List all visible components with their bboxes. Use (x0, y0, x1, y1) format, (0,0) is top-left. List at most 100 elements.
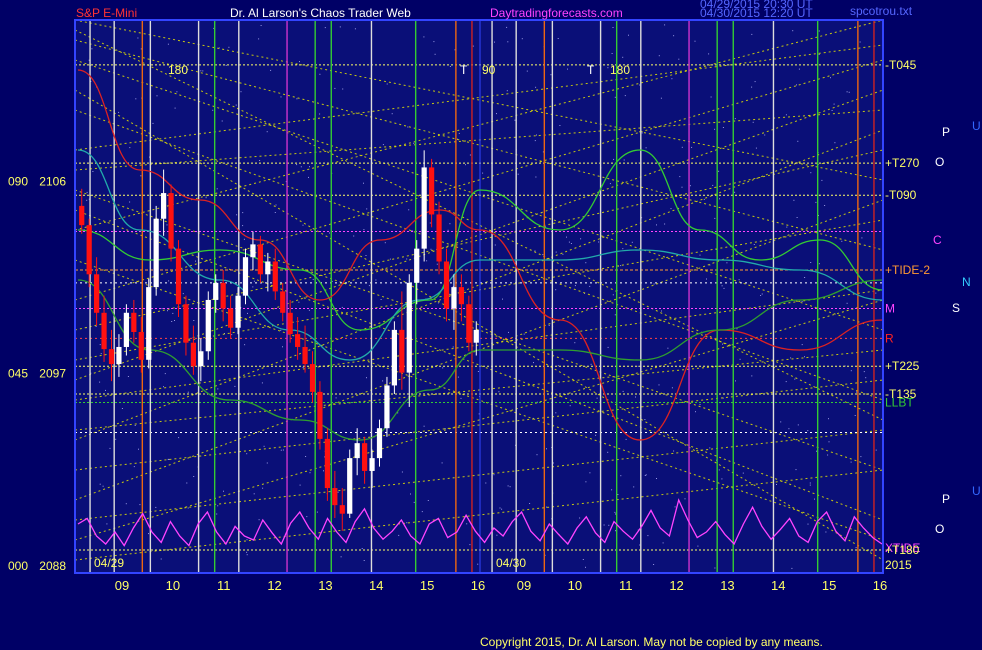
star-dot (721, 285, 723, 287)
star-dot (574, 342, 576, 344)
star-dot (460, 397, 462, 399)
star-dot (788, 428, 790, 430)
star-dot (167, 310, 168, 312)
website-link[interactable]: Daytradingforecasts.com (490, 6, 623, 20)
star-dot (174, 107, 176, 109)
star-dot (622, 56, 624, 58)
x-tick-label: 11 (619, 578, 633, 593)
star-dot (444, 428, 446, 429)
star-dot (644, 419, 646, 420)
star-dot (815, 201, 817, 203)
star-dot (848, 91, 850, 93)
star-dot (585, 262, 587, 264)
star-dot (494, 244, 496, 246)
star-dot (841, 240, 843, 242)
star-dot (92, 171, 94, 172)
star-dot (703, 198, 705, 200)
candle-body (228, 308, 234, 328)
star-dot (361, 548, 363, 549)
star-dot (298, 301, 300, 303)
star-dot (121, 408, 123, 409)
star-dot (614, 511, 616, 513)
y-tick-right: 2097 (39, 367, 66, 381)
star-dot (590, 363, 592, 365)
star-dot (506, 90, 508, 92)
star-dot (804, 277, 806, 278)
copyright-text: Copyright 2015, Dr. Al Larson. May not b… (480, 635, 823, 649)
star-dot (870, 550, 872, 552)
star-dot (494, 41, 495, 43)
star-dot (413, 142, 415, 144)
candle-body (146, 287, 152, 360)
star-dot (818, 30, 820, 32)
star-dot (319, 113, 321, 115)
star-dot (258, 519, 260, 521)
star-dot (217, 388, 219, 390)
star-dot (607, 67, 609, 69)
star-dot (614, 314, 616, 316)
star-dot (810, 262, 812, 263)
star-dot (738, 279, 740, 281)
star-dot (118, 111, 120, 113)
y-tick-left: 090 (8, 174, 28, 188)
star-dot (622, 390, 624, 392)
star-dot (785, 381, 787, 383)
star-dot (408, 209, 410, 211)
star-dot (407, 126, 409, 128)
candle-body (250, 244, 256, 258)
star-dot (341, 306, 343, 308)
star-dot (596, 397, 598, 399)
candle-body (168, 193, 174, 249)
star-dot (714, 128, 716, 130)
star-dot (607, 451, 609, 453)
star-dot (421, 511, 423, 513)
star-dot (299, 484, 301, 486)
star-dot (706, 278, 707, 280)
star-dot (171, 321, 173, 322)
in-chart-label: T (460, 63, 468, 77)
star-dot (709, 447, 711, 449)
star-dot (793, 199, 795, 201)
star-dot (243, 238, 245, 240)
star-dot (764, 134, 766, 136)
star-dot (667, 347, 669, 349)
star-dot (751, 375, 753, 377)
star-dot (266, 462, 268, 464)
star-dot (624, 95, 626, 97)
candle-body (153, 218, 159, 288)
x-tick-label: 15 (822, 578, 836, 593)
candle-body (429, 167, 435, 215)
star-dot (670, 208, 672, 210)
candle-body (287, 312, 293, 335)
star-dot (598, 241, 600, 243)
star-dot (559, 125, 561, 126)
star-dot (801, 301, 803, 302)
star-dot (496, 534, 498, 536)
candle-body (161, 193, 167, 219)
star-dot (502, 298, 503, 300)
star-dot (615, 513, 616, 515)
candle-body (384, 385, 390, 429)
star-dot (129, 147, 131, 149)
candle-body (280, 291, 286, 313)
star-dot (628, 34, 629, 36)
star-dot (223, 490, 224, 492)
x-tick-label: 12 (669, 578, 683, 593)
star-dot (86, 199, 88, 201)
star-dot (776, 484, 777, 485)
star-dot (380, 299, 382, 300)
star-dot (262, 487, 264, 489)
star-dot (458, 132, 460, 134)
star-dot (664, 223, 666, 225)
star-dot (423, 425, 425, 427)
star-dot (792, 30, 794, 32)
star-dot (337, 491, 339, 493)
star-dot (99, 344, 101, 346)
x-tick-label: 11 (217, 578, 231, 593)
star-dot (570, 243, 572, 244)
planet-glyph: P (942, 125, 950, 139)
star-dot (109, 447, 111, 449)
star-dot (710, 96, 712, 98)
star-dot (477, 563, 479, 565)
star-dot (656, 224, 657, 226)
